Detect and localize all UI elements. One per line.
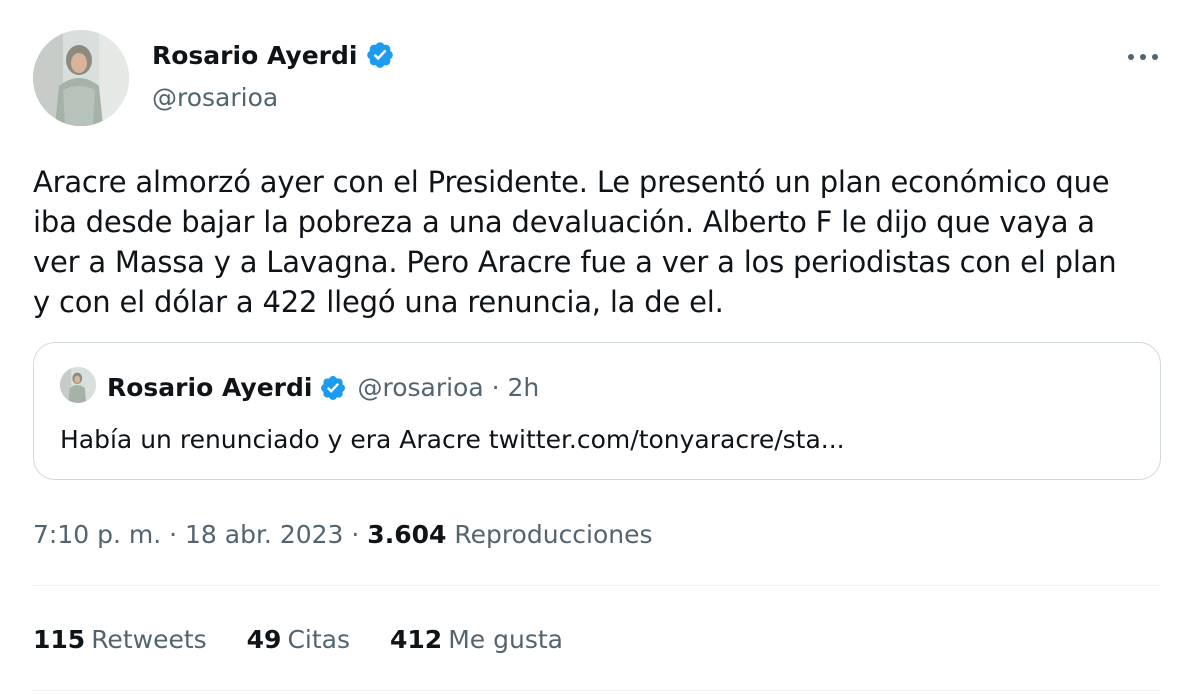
avatar-image xyxy=(33,30,129,126)
tweet-stats: 115 Retweets 49 Citas 412 Me gusta xyxy=(33,625,603,654)
verified-badge-icon xyxy=(365,40,395,70)
quoted-author-name: Rosario Ayerdi @rosarioa · 2h xyxy=(107,373,539,402)
verified-badge-icon xyxy=(319,374,347,402)
quotes-stat[interactable]: 49 Citas xyxy=(247,625,350,654)
tweet-time[interactable]: 7:10 p. m. xyxy=(33,520,161,549)
divider xyxy=(33,585,1161,586)
tweet-date[interactable]: 18 abr. 2023 xyxy=(185,520,343,549)
author-name[interactable]: Rosario Ayerdi xyxy=(152,40,395,70)
meta-separator: · xyxy=(161,520,185,549)
tweet-meta: 7:10 p. m. · 18 abr. 2023 · 3.604 Reprod… xyxy=(33,520,653,549)
author-name-text[interactable]: Rosario Ayerdi xyxy=(152,41,357,70)
likes-stat[interactable]: 412 Me gusta xyxy=(390,625,563,654)
more-options-button[interactable] xyxy=(1120,40,1166,74)
quotes-count: 49 xyxy=(246,625,282,654)
tweet-text-line: y con el dólar a 422 llegó una renuncia,… xyxy=(33,285,724,319)
avatar-image xyxy=(60,367,96,403)
retweets-count: 115 xyxy=(33,625,86,654)
quotes-label: Citas xyxy=(287,625,351,654)
quoted-author-avatar xyxy=(60,367,96,403)
tweet-text-line: iba desde bajar la pobreza a una devalua… xyxy=(33,205,1095,239)
more-options-icon xyxy=(1128,54,1158,60)
divider xyxy=(33,690,1161,691)
tweet-card: Rosario Ayerdi @rosarioa Aracre almorzó … xyxy=(0,0,1200,695)
quoted-author-name-text: Rosario Ayerdi xyxy=(107,373,313,402)
quoted-tweet[interactable]: Rosario Ayerdi @rosarioa · 2h Había un r… xyxy=(33,342,1161,480)
likes-count: 412 xyxy=(390,625,443,654)
quoted-handle-time: @rosarioa · 2h xyxy=(357,373,540,402)
likes-label: Me gusta xyxy=(448,625,563,654)
views-count: 3.604 xyxy=(367,520,447,549)
retweets-stat[interactable]: 115 Retweets xyxy=(33,625,207,654)
meta-separator: · xyxy=(343,520,368,549)
author-handle[interactable]: @rosarioa xyxy=(152,83,278,112)
tweet-text-line: Aracre almorzó ayer con el Presidente. L… xyxy=(33,165,1110,199)
quoted-tweet-text: Había un renunciado y era Aracre twitter… xyxy=(60,425,845,454)
retweets-label: Retweets xyxy=(91,625,207,654)
tweet-text-line: ver a Massa y a Lavagna. Pero Aracre fue… xyxy=(33,245,1117,279)
views-label: Reproducciones xyxy=(454,520,653,549)
author-avatar[interactable] xyxy=(33,30,129,126)
tweet-text: Aracre almorzó ayer con el Presidente. L… xyxy=(33,162,1163,322)
